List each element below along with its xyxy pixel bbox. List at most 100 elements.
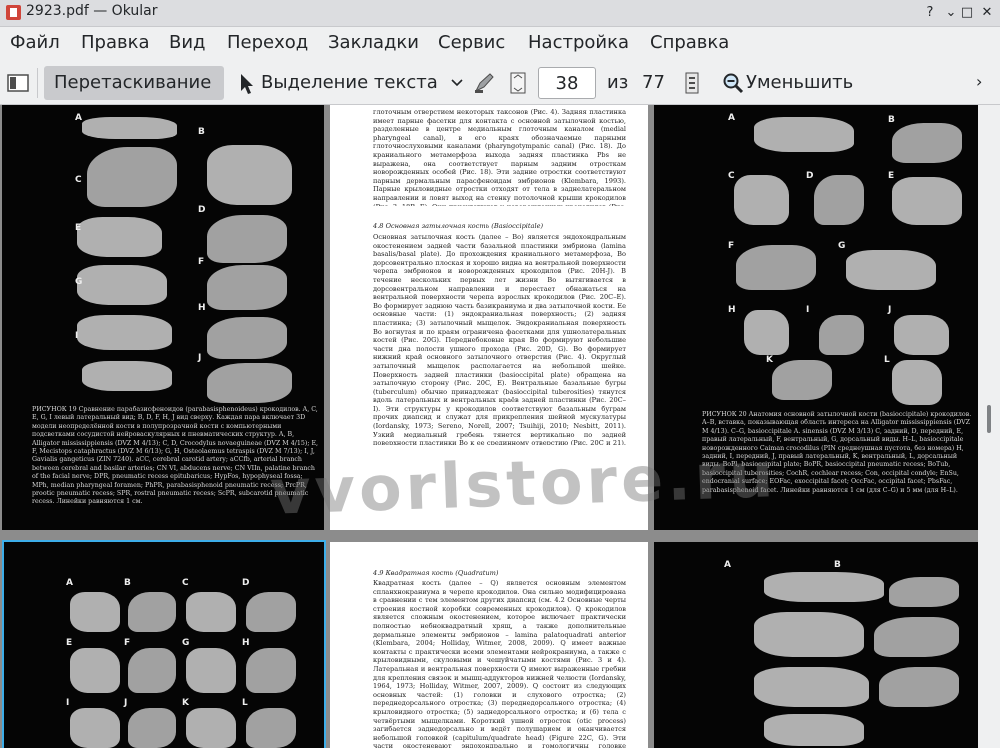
toolbar-overflow-icon[interactable]: › (976, 72, 982, 91)
skull-bone-image (70, 592, 120, 632)
vertical-scrollbar[interactable] (978, 105, 1000, 748)
skull-bone-image (814, 175, 864, 225)
zoom-out-button[interactable]: Уменьшить (746, 72, 853, 93)
skull-bone-image (77, 265, 167, 305)
figure-label: A (724, 560, 731, 570)
figure-label: G (838, 241, 846, 251)
figure-label: A (75, 113, 82, 123)
page-38-text[interactable]: глоточным отверстием некоторых таксонов … (330, 105, 648, 530)
skull-bone-image (70, 648, 120, 693)
skull-bone-image (207, 317, 287, 359)
skull-bone-image (879, 667, 959, 707)
skull-bone-image (77, 217, 162, 257)
menu-tools[interactable]: Сервис (438, 32, 505, 53)
skull-bone-image (70, 708, 120, 748)
skull-bone-image (736, 245, 816, 290)
page-paragraph: Основная затылочная кость (далее – Bo) я… (373, 233, 626, 445)
menu-edit[interactable]: Правка (81, 32, 150, 53)
skull-bone-image (892, 177, 962, 225)
figure-label: E (888, 171, 895, 181)
skull-bone-image (207, 265, 287, 310)
menu-file[interactable]: Файл (10, 32, 60, 53)
page-thumbnail-fig22[interactable]: A B (654, 542, 978, 748)
help-icon[interactable]: ? (920, 3, 940, 23)
total-pages: 77 (642, 72, 665, 93)
window-title: 2923.pdf — Okular (26, 3, 158, 19)
skull-bone-image (128, 592, 176, 632)
skull-bone-image (246, 592, 296, 632)
figure-label: D (806, 171, 814, 181)
menu-settings[interactable]: Настройка (528, 32, 629, 53)
figure-label: J (198, 353, 202, 363)
skull-bone-image (82, 117, 177, 139)
figure-label: E (75, 223, 82, 233)
skull-bone-image (207, 145, 292, 205)
skull-bone-image (892, 360, 942, 405)
close-icon[interactable]: ✕ (977, 3, 997, 23)
menu-bookmarks[interactable]: Закладки (328, 32, 419, 53)
skull-bone-image (128, 648, 176, 693)
figure-label: I (75, 331, 79, 341)
skull-bone-image (892, 123, 962, 163)
menu-go[interactable]: Переход (227, 32, 308, 53)
drag-mode-button[interactable]: Перетаскивание (44, 66, 224, 100)
chevron-down-icon[interactable] (451, 78, 463, 88)
section-heading: 4.8 Основная затылочная кость (Basioccip… (373, 222, 544, 230)
magnifier-icon (723, 73, 744, 94)
skull-bone-image (894, 315, 949, 355)
figure-19-caption: РИСУНОК 19 Сравнение парабазисфеноидов (… (32, 406, 319, 506)
figure-label: H (728, 305, 736, 315)
figure-label: C (75, 175, 82, 185)
figure-label: K (182, 698, 189, 708)
skull-bone-image (207, 363, 292, 403)
skull-bone-image (186, 648, 236, 693)
skull-bone-image (207, 215, 287, 263)
skull-bone-image (128, 708, 176, 748)
figure-label: B (888, 115, 895, 125)
skull-bone-image (846, 250, 936, 290)
skull-bone-image (77, 315, 172, 350)
document-properties-icon[interactable] (683, 71, 701, 95)
menu-help[interactable]: Справка (650, 32, 729, 53)
figure-label: H (242, 638, 250, 648)
page-thumbnail-fig21[interactable]: A B C D E F G H I J K L (2, 540, 326, 748)
text-select-mode-button[interactable]: Выделение текста (261, 72, 438, 93)
page-thumbnail-fig20[interactable]: A B C D E F G H I J K L РИСУНОК 20 Анато… (654, 105, 978, 530)
page-thumbnail-fig19[interactable]: A B C D E F G H I J РИСУНОК 19 Сравнение… (2, 105, 324, 530)
skull-bone-image (819, 315, 864, 355)
figure-label: F (728, 241, 735, 251)
skull-bone-image (874, 617, 959, 657)
page-paragraph: глоточным отверстием некоторых таксонов … (373, 108, 626, 206)
skull-bone-image (764, 714, 864, 746)
figure-label: I (66, 698, 70, 708)
maximize-icon[interactable]: □ (957, 3, 977, 23)
skull-bone-image (744, 310, 789, 355)
figure-label: L (242, 698, 248, 708)
figure-label: D (242, 578, 250, 588)
sidebar-panel-icon[interactable] (7, 73, 29, 93)
figure-label: K (766, 355, 773, 365)
skull-bone-image (82, 361, 172, 391)
scrollbar-handle[interactable] (987, 405, 991, 433)
figure-label: J (124, 698, 128, 708)
figure-label: A (66, 578, 73, 588)
menu-view[interactable]: Вид (169, 32, 206, 53)
page-number-input[interactable]: 38 (538, 67, 596, 99)
skull-bone-image (246, 648, 296, 693)
annotation-pen-icon[interactable] (472, 71, 496, 95)
skull-bone-image (772, 360, 832, 400)
page-39-text[interactable]: 4.9 Квадратная кость (Quadratum) Квадрат… (330, 542, 648, 748)
title-bar[interactable]: 2923.pdf — Okular ? ⌄ □ ✕ (0, 0, 1000, 27)
figure-label: D (198, 205, 206, 215)
skull-bone-image (734, 175, 789, 225)
toolbar-separator (37, 68, 38, 98)
figure-label: G (75, 277, 83, 287)
section-heading: 4.9 Квадратная кость (Quadratum) (373, 569, 499, 577)
skull-bone-image (186, 592, 236, 632)
cursor-arrow-icon (241, 74, 253, 94)
figure-label: E (66, 638, 73, 648)
okular-app-icon (6, 5, 21, 20)
document-view[interactable]: A B C D E F G H I J РИСУНОК 19 Сравнение… (0, 105, 978, 748)
figure-label: F (198, 257, 205, 267)
scroll-page-icon[interactable] (508, 71, 528, 95)
